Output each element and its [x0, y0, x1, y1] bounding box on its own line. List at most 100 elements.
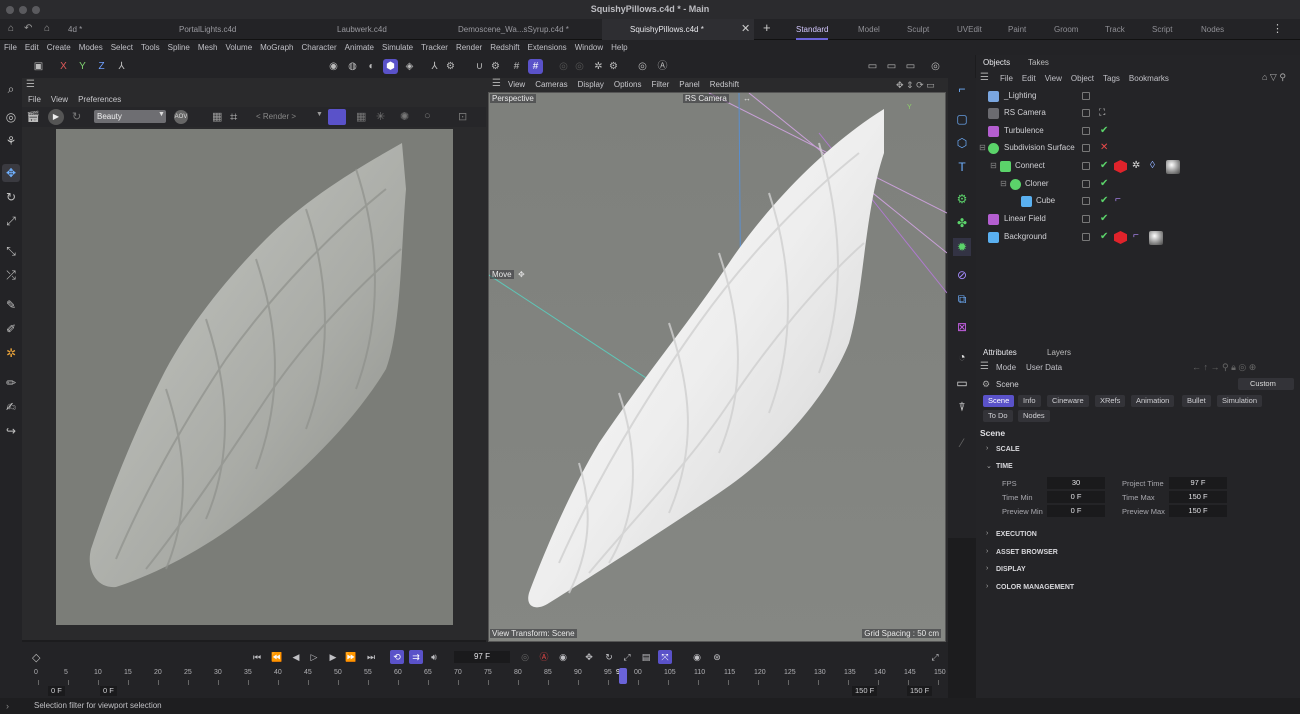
- subtab-nodes[interactable]: Nodes: [1018, 410, 1050, 422]
- go-to-start-icon[interactable]: ⏮: [250, 650, 264, 664]
- attr-menu-user-data[interactable]: User Data: [1026, 363, 1062, 372]
- chevron-right-icon[interactable]: ›: [986, 548, 988, 555]
- object-row-cloner[interactable]: ⊟ Cloner ✔: [976, 176, 1300, 193]
- file-tab[interactable]: 4d *: [68, 19, 168, 40]
- selection-tools-icon[interactable]: ⚘: [2, 132, 20, 150]
- param-key-icon[interactable]: ▤: [639, 650, 653, 664]
- enabled-check-icon[interactable]: ✔: [1100, 195, 1108, 206]
- mograph-tag-icon[interactable]: ✲: [1132, 160, 1140, 171]
- collapse-icon[interactable]: ⊟: [979, 143, 986, 152]
- scale-key-icon[interactable]: ⤢: [620, 650, 634, 664]
- motion-system-icon[interactable]: ◉: [690, 650, 704, 664]
- section-scale[interactable]: SCALE: [996, 446, 1020, 453]
- attr-nav-icons[interactable]: ← ↑ → ⚲ 🔒︎ ◎ ⊕: [1192, 362, 1256, 373]
- menu-file[interactable]: File: [4, 43, 17, 52]
- layout-model[interactable]: Model: [858, 19, 880, 40]
- animation-settings-icon[interactable]: ⚙: [606, 59, 621, 74]
- subtab-xrefs[interactable]: XRefs: [1095, 395, 1126, 407]
- menu-character[interactable]: Character: [302, 43, 337, 52]
- loop-icon[interactable]: ⟲: [390, 650, 404, 664]
- hamburger-menu-icon[interactable]: ☰: [980, 361, 989, 372]
- render-queue-icon[interactable]: ▭: [903, 59, 918, 74]
- chevron-right-icon[interactable]: ›: [986, 445, 988, 452]
- rv-menu-file[interactable]: File: [28, 95, 41, 104]
- brush-icon[interactable]: ✏: [2, 374, 20, 392]
- sound-icon[interactable]: 🔊︎: [427, 650, 441, 664]
- layout-track[interactable]: Track: [1105, 19, 1125, 40]
- render-settings-icon[interactable]: Ⓐ: [655, 59, 670, 74]
- fit-view-icon[interactable]: ⊡: [458, 110, 467, 123]
- sculpt-icon[interactable]: ↪: [2, 422, 20, 440]
- playback-rate-icon[interactable]: ⇉: [409, 650, 423, 664]
- enabled-check-icon[interactable]: ✔: [1100, 125, 1108, 136]
- circle-icon[interactable]: ○: [424, 110, 431, 122]
- object-name[interactable]: Background: [1004, 232, 1047, 241]
- menu-help[interactable]: Help: [611, 43, 627, 52]
- hamburger-menu-icon[interactable]: ☰: [26, 79, 35, 90]
- enabled-check-icon[interactable]: ✔: [1100, 160, 1108, 171]
- object-row-connect[interactable]: ⊟ Connect ✔ ✲ ◊: [976, 158, 1300, 175]
- live-selection-icon[interactable]: ◎: [2, 108, 20, 126]
- magnet-icon[interactable]: ∪: [472, 59, 487, 74]
- new-tab-icon[interactable]: +: [763, 20, 771, 35]
- coordinate-system-icon[interactable]: ⅄: [114, 59, 129, 74]
- camera-tag-icon[interactable]: ⛶: [1099, 107, 1105, 118]
- sun-icon[interactable]: ✺: [400, 110, 409, 123]
- layout-standard[interactable]: Standard: [796, 19, 829, 40]
- menu-tools[interactable]: Tools: [141, 43, 160, 52]
- transform-tool-icon[interactable]: ⤡: [2, 242, 20, 260]
- tab-objects[interactable]: Objects: [983, 58, 1010, 67]
- preview-end-field[interactable]: 150 F: [852, 686, 878, 696]
- menu-mograph[interactable]: MoGraph: [260, 43, 293, 52]
- previous-key-icon[interactable]: ⏪: [270, 650, 284, 664]
- menu-window[interactable]: Window: [575, 43, 603, 52]
- undo-history-icon[interactable]: ↶: [24, 23, 32, 34]
- timeline-settings-icon[interactable]: ⊛: [710, 650, 724, 664]
- subtab-info[interactable]: Info: [1018, 395, 1041, 407]
- project-time-field[interactable]: 97 F: [1169, 477, 1227, 489]
- visibility-toggle-icon[interactable]: [1082, 162, 1090, 170]
- close-tab-icon[interactable]: ✕: [741, 22, 750, 35]
- obj-menu-edit[interactable]: Edit: [1022, 74, 1036, 83]
- object-row-subdivision-surface[interactable]: ⊟ Subdivision Surface ✕: [976, 140, 1300, 157]
- playhead[interactable]: [619, 668, 627, 684]
- edges-mode-icon[interactable]: ◐: [364, 59, 379, 74]
- visibility-toggle-icon[interactable]: [1082, 180, 1090, 188]
- layout-nodes[interactable]: Nodes: [1201, 19, 1224, 40]
- play-icon[interactable]: ▷: [307, 650, 321, 664]
- enabled-check-icon[interactable]: ✔: [1100, 213, 1108, 224]
- collapse-icon[interactable]: ⊟: [990, 161, 997, 170]
- obj-menu-object[interactable]: Object: [1071, 74, 1094, 83]
- workplane-snap-icon[interactable]: #: [528, 59, 543, 74]
- disabled-x-icon[interactable]: ✕: [1100, 142, 1108, 153]
- menu-select[interactable]: Select: [111, 43, 133, 52]
- subtab-to-do[interactable]: To Do: [983, 410, 1013, 422]
- scene-object-icon[interactable]: ⧉: [953, 290, 971, 308]
- visibility-toggle-icon[interactable]: [1082, 215, 1090, 223]
- measure-tool-icon[interactable]: ✲: [2, 344, 20, 362]
- aov-mode-icon[interactable]: AOV: [174, 110, 188, 124]
- menu-spline[interactable]: Spline: [168, 43, 190, 52]
- file-tab[interactable]: Laubwerk.c4d: [337, 19, 437, 40]
- time-max-field[interactable]: 150 F: [1169, 491, 1227, 503]
- menu-tracker[interactable]: Tracker: [421, 43, 448, 52]
- keyframe-selection-icon[interactable]: ◉: [556, 650, 570, 664]
- more-options-icon[interactable]: ⋮: [1272, 22, 1283, 35]
- paint-icon[interactable]: ✍: [2, 398, 20, 416]
- sketch-icon[interactable]: ✐: [2, 320, 20, 338]
- tab-attributes[interactable]: Attributes: [983, 348, 1017, 357]
- model-mode-icon[interactable]: ◉: [326, 59, 341, 74]
- menu-simulate[interactable]: Simulate: [382, 43, 413, 52]
- subtab-simulation[interactable]: Simulation: [1217, 395, 1263, 407]
- object-name[interactable]: Cube: [1036, 196, 1055, 205]
- layout-sculpt[interactable]: Sculpt: [907, 19, 929, 40]
- clapper-icon[interactable]: 🎬︎: [26, 110, 40, 123]
- viewport-navigation-icons[interactable]: ✥ ⇕ ⟳ ▭: [896, 80, 935, 91]
- object-row-background[interactable]: Background ✔ ⌐: [976, 229, 1300, 246]
- app-home-icon[interactable]: ⌂: [44, 23, 50, 34]
- object-name[interactable]: _Lighting: [1004, 91, 1036, 100]
- objects-toolbar-icons[interactable]: ⌂ ▽ ⚲: [1262, 72, 1286, 83]
- snap-settings-icon[interactable]: ⚙: [443, 59, 458, 74]
- position-key-icon[interactable]: ✥: [582, 650, 596, 664]
- menu-mesh[interactable]: Mesh: [198, 43, 218, 52]
